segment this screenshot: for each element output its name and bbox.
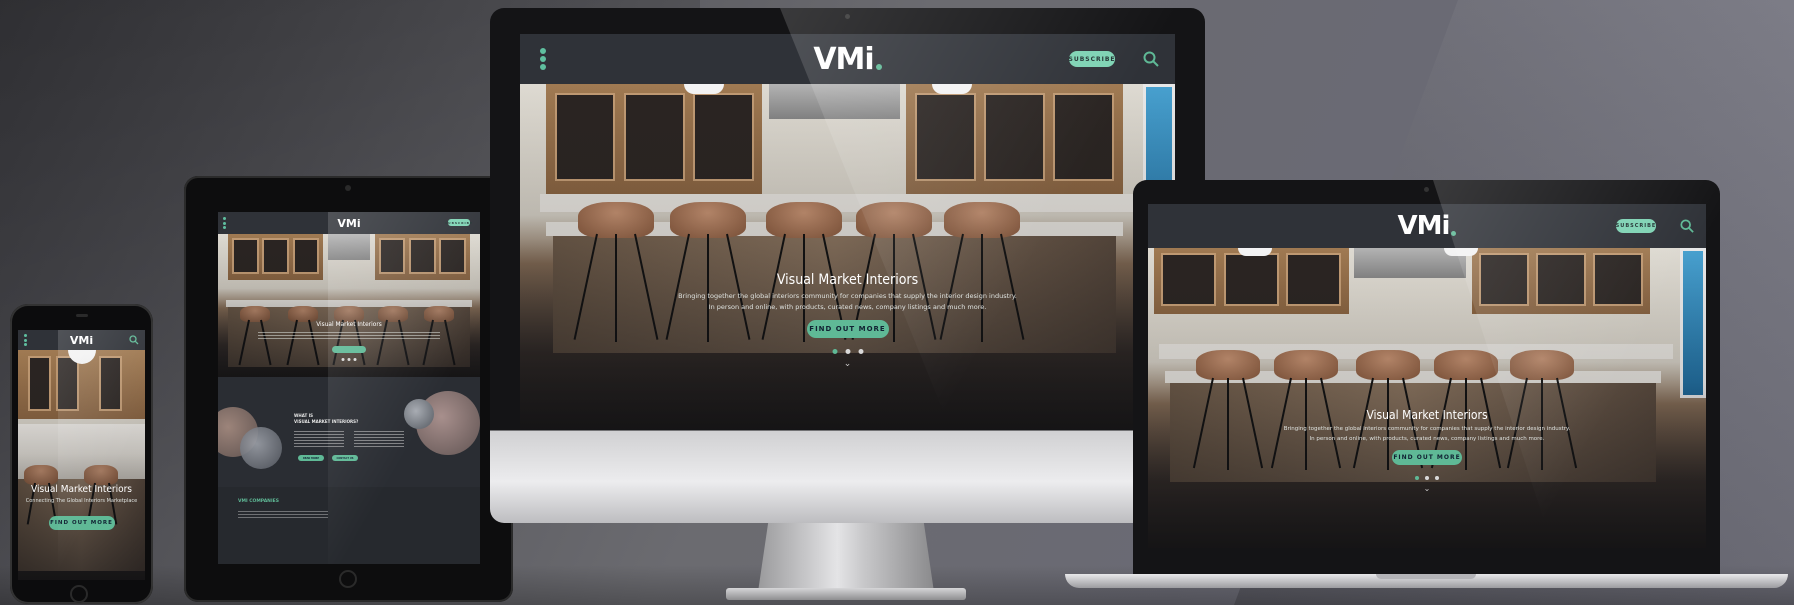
- companies-text: [238, 511, 328, 519]
- laptop-hero: Visual Market Interiors Bringing togethe…: [1148, 248, 1706, 548]
- laptop-header: VMi SUBSCRIBE: [1148, 204, 1706, 248]
- hero-subtitle: Connecting The Global Interiors Marketpl…: [25, 498, 138, 504]
- kebab-menu-icon[interactable]: [540, 48, 546, 70]
- vmi-logo[interactable]: VMi: [70, 334, 93, 347]
- kebab-menu-icon[interactable]: [223, 217, 226, 229]
- tablet-screen: VMi SUBSCRIBE Visual Market Interiors WH…: [218, 212, 480, 564]
- carousel-dot[interactable]: [858, 349, 863, 354]
- home-button[interactable]: [339, 570, 357, 588]
- laptop-device: VMi SUBSCRIBE Visual Market Interiors Br…: [1133, 180, 1720, 576]
- about-heading-2: VISUAL MARKET INTERIORS?: [294, 419, 359, 424]
- carousel-dot[interactable]: [1425, 476, 1429, 480]
- hero-overlay: [1148, 248, 1706, 548]
- companies-section: VMI COMPANIES: [218, 487, 480, 564]
- carousel-dots[interactable]: [832, 349, 863, 354]
- about-text: [294, 431, 344, 447]
- kebab-menu-icon[interactable]: [24, 334, 27, 346]
- monitor-hero: Visual Market Interiors Bringing togethe…: [520, 84, 1175, 429]
- carousel-dot[interactable]: [1435, 476, 1439, 480]
- about-text: [354, 431, 404, 447]
- subscribe-button[interactable]: SUBSCRIBE: [1616, 219, 1656, 233]
- hero-title: Visual Market Interiors: [776, 272, 919, 288]
- hero-overlay: [18, 350, 145, 580]
- hero-overlay: [520, 84, 1175, 429]
- logo-dot: [875, 64, 882, 70]
- decorative-circle: [240, 427, 282, 469]
- carousel-dot[interactable]: [832, 349, 837, 354]
- find-out-more-button[interactable]: [332, 346, 366, 353]
- phone-camera: [76, 314, 88, 317]
- monitor-stand-neck: [758, 520, 934, 592]
- hero-subtitle-2: In person and online, with products, cur…: [1309, 436, 1545, 442]
- monitor-screen: VMi SUBSCRIBE Visual Market Interiors Br…: [520, 34, 1175, 429]
- read-more-button[interactable]: READ MORE: [298, 455, 324, 461]
- hero-subtitle-1: Bringing together the global interiors c…: [678, 292, 1017, 300]
- decorative-circle: [404, 399, 434, 429]
- hero-subtitle-lines: [258, 332, 440, 340]
- find-out-more-button[interactable]: FIND OUT MORE: [1392, 450, 1462, 465]
- laptop-screen: VMi SUBSCRIBE Visual Market Interiors Br…: [1148, 204, 1706, 548]
- carousel-dot[interactable]: [845, 349, 850, 354]
- subscribe-button[interactable]: SUBSCRIBE: [1069, 51, 1115, 67]
- phone-device: VMi Visual Market Interiors Connecting T…: [10, 304, 153, 604]
- search-icon[interactable]: [1680, 219, 1694, 233]
- hero-subtitle-2: In person and online, with products, cur…: [708, 303, 987, 311]
- laptop-notch: [1376, 574, 1476, 579]
- vmi-logo[interactable]: VMi: [1398, 211, 1457, 241]
- tablet-camera: [345, 185, 351, 191]
- about-heading-1: WHAT IS: [294, 413, 314, 418]
- laptop-camera: [1424, 187, 1429, 192]
- chevron-down-icon[interactable]: ⌄: [844, 359, 852, 369]
- vmi-logo[interactable]: VMi: [813, 42, 882, 77]
- phone-screen: VMi Visual Market Interiors Connecting T…: [18, 330, 145, 580]
- carousel-dot[interactable]: [1415, 476, 1419, 480]
- hero-overlay: [218, 234, 480, 377]
- carousel-dots[interactable]: [1415, 476, 1439, 480]
- companies-heading: VMI COMPANIES: [238, 499, 279, 504]
- phone-hero: Visual Market Interiors Connecting The G…: [18, 350, 145, 580]
- about-section: WHAT IS VISUAL MARKET INTERIORS? READ MO…: [218, 377, 480, 487]
- find-out-more-button[interactable]: FIND OUT MORE: [48, 516, 115, 530]
- search-icon[interactable]: [1143, 51, 1159, 67]
- logo-dot: [1451, 230, 1457, 236]
- monitor-device: VMi SUBSCRIBE Visual Market Interiors Br…: [490, 8, 1205, 523]
- hero-title: Visual Market Interiors: [31, 484, 132, 495]
- hero-title: Visual Market Interiors: [1366, 408, 1488, 422]
- monitor-stand-base: [726, 588, 966, 600]
- hero-subtitle-1: Bringing together the global interiors c…: [1283, 426, 1571, 432]
- tablet-hero: Visual Market Interiors: [218, 234, 480, 377]
- tablet-header: VMi SUBSCRIBE: [218, 212, 480, 234]
- home-button[interactable]: [70, 585, 88, 603]
- carousel-dots[interactable]: [341, 358, 357, 361]
- chevron-down-icon[interactable]: ⌄: [1424, 484, 1431, 493]
- monitor-camera: [845, 14, 850, 19]
- find-out-more-button[interactable]: FIND OUT MORE: [806, 320, 889, 338]
- vmi-logo[interactable]: VMi: [337, 217, 360, 230]
- search-icon[interactable]: [129, 335, 139, 345]
- hero-title: Visual Market Interiors: [316, 320, 382, 328]
- contact-us-button[interactable]: CONTACT US: [332, 455, 358, 461]
- phone-header: VMi: [18, 330, 145, 350]
- monitor-header: VMi SUBSCRIBE: [520, 34, 1175, 84]
- subscribe-button[interactable]: SUBSCRIBE: [445, 219, 472, 226]
- tablet-device: VMi SUBSCRIBE Visual Market Interiors WH…: [184, 176, 513, 602]
